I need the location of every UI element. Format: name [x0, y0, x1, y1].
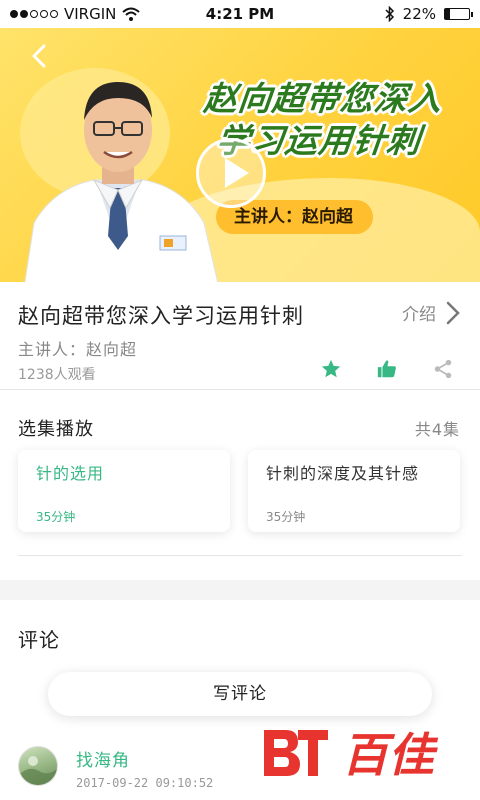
signal-icon: [10, 10, 58, 18]
episode-section: 选集播放 共4集 针的选用 35分钟 针刺的深度及其针感 35分钟: [0, 390, 480, 580]
view-count: 1238人观看: [18, 367, 96, 383]
avatar-image: [19, 756, 57, 785]
course-title: 赵向超带您深入学习运用针刺: [18, 304, 304, 328]
episode-header: 选集播放 共4集: [18, 415, 460, 441]
play-button[interactable]: [196, 138, 266, 208]
like-thumb-icon[interactable]: [376, 358, 398, 380]
status-time: 4:21 PM: [205, 5, 275, 23]
watermark-text: 百佳: [342, 728, 439, 780]
video-banner[interactable]: 赵向超带您深入 学习运用针刺 主讲人：赵向超: [0, 28, 480, 282]
carrier-label: VIRGIN: [64, 5, 117, 23]
episode-card-1[interactable]: 针的选用 35分钟: [18, 450, 230, 532]
battery-percent: 22%: [402, 5, 436, 23]
hero-title-line1: 赵向超带您深入: [202, 79, 445, 118]
episode-name: 针刺的深度及其针感: [266, 464, 420, 483]
status-right: 22%: [385, 5, 473, 23]
wifi-icon: [122, 7, 141, 21]
status-bar: VIRGIN 4:21 PM 22%: [0, 0, 480, 28]
episode-duration: 35分钟: [36, 510, 76, 524]
share-icon[interactable]: [432, 358, 454, 380]
divider: [18, 555, 462, 556]
status-left: VIRGIN: [10, 5, 141, 23]
intro-link[interactable]: 介绍: [402, 300, 460, 325]
episode-section-title: 选集播放: [18, 419, 94, 440]
comment-timestamp: 2017-09-22 09:10:52: [76, 776, 214, 790]
comment-section-title: 评论: [18, 628, 60, 652]
watermark-logo: 百佳: [264, 728, 439, 780]
chevron-right-icon: [446, 301, 460, 324]
episode-duration: 35分钟: [266, 510, 306, 524]
lecturer-label: 主讲人：赵向超: [18, 340, 138, 359]
action-bar: [320, 358, 454, 380]
course-info: 赵向超带您深入学习运用针刺 介绍 主讲人：赵向超 1238人观看: [0, 282, 480, 390]
comment-username[interactable]: 找海角: [76, 746, 130, 771]
intro-label: 介绍: [402, 305, 436, 325]
section-separator: [0, 580, 480, 600]
favorite-star-icon[interactable]: [320, 358, 342, 380]
back-arrow-icon[interactable]: [24, 40, 56, 72]
bluetooth-icon: [385, 6, 394, 22]
episode-card-2[interactable]: 针刺的深度及其针感 35分钟: [248, 450, 460, 532]
write-comment-button[interactable]: 写评论: [48, 672, 432, 716]
episode-count: 共4集: [414, 420, 460, 439]
avatar[interactable]: [18, 746, 58, 786]
battery-icon: [444, 8, 473, 20]
episode-name: 针的选用: [36, 464, 105, 483]
